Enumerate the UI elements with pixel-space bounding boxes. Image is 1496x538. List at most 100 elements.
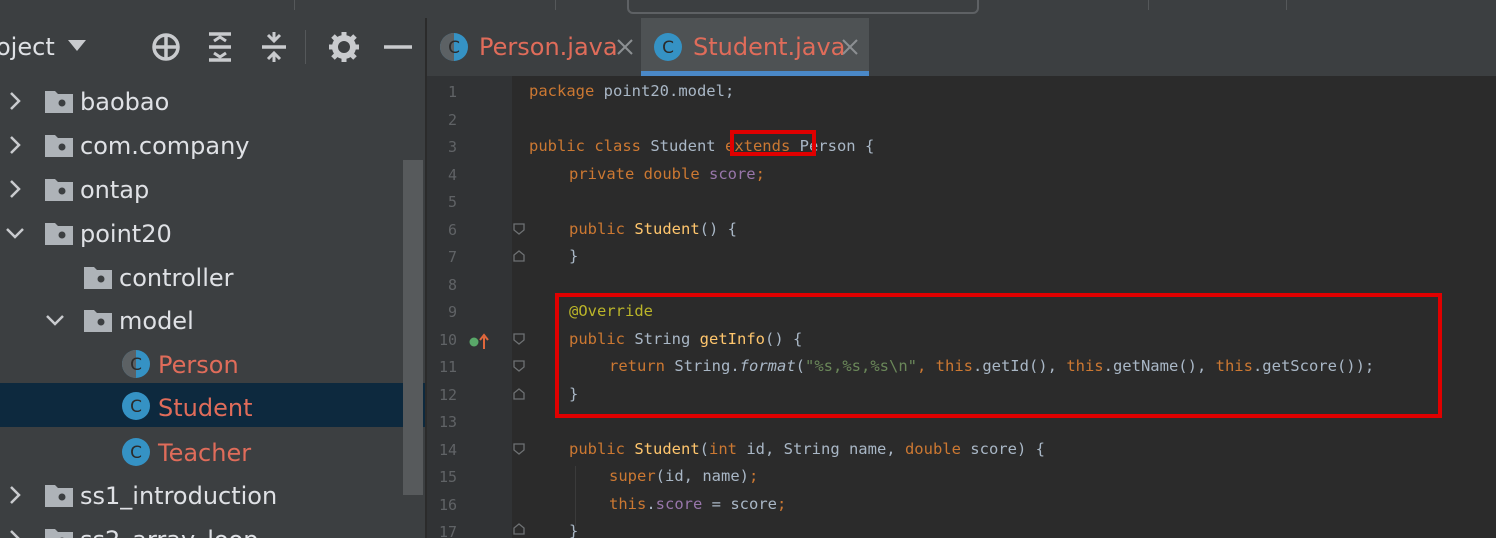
line-number: 14 [438,441,457,459]
project-view-title[interactable]: oject [0,33,55,61]
minimize-icon[interactable] [381,30,415,64]
code-line-1: package point20.model; [529,82,735,100]
tree-item-label: ontap [80,176,150,204]
chevron-right-icon[interactable] [4,484,26,506]
fold-marker-icon[interactable] [513,223,525,235]
svg-text:C: C [662,38,674,58]
code-line-3: public class Student extends Person { [529,137,875,155]
package-folder-icon [45,223,73,245]
tree-item-person[interactable]: C Person [0,343,425,387]
tree-item-label: ss2_array_loop [80,524,258,538]
tree-item-label: ss1_introduction [80,482,278,510]
close-icon[interactable] [841,38,859,56]
tree-item-label: controller [119,264,234,292]
svg-text:C: C [130,443,142,463]
tree-item-label: Teacher [158,439,252,467]
divider [294,0,295,10]
override-method-highlight-box [555,293,1442,418]
class-icon: C [654,33,682,61]
tree-item-student[interactable]: C Student [0,383,425,427]
fold-marker-icon[interactable] [513,388,525,400]
indent-guide [575,466,576,526]
tree-item-ss2-array-loop[interactable]: ss2_array_loop [0,518,425,538]
svg-text:C: C [448,38,460,58]
tab-student-java[interactable]: C Student.java [641,18,869,76]
tree-item-com-company[interactable]: com.company [0,124,425,168]
line-number: 10 [438,331,457,349]
tree-item-teacher[interactable]: C Teacher [0,431,425,475]
code-line-6: public Student() { [569,220,737,238]
fold-marker-icon[interactable] [513,443,525,455]
editor-tab-bar: C Person.java C Student.java [427,18,1496,76]
top-toolbar-strip [0,0,1496,19]
package-folder-icon [84,310,112,332]
code-line-4: private double score; [569,165,765,183]
package-folder-icon [45,91,73,113]
line-number: 1 [447,83,457,101]
divider [1148,0,1149,10]
fold-marker-icon[interactable] [513,250,525,262]
code-line-7: } [569,247,579,265]
chevron-right-icon[interactable] [4,134,26,156]
code-line-14: public Student(int id, String name, doub… [569,440,1045,458]
line-number: 17 [438,523,457,538]
tab-label: Person.java [479,33,618,61]
tree-item-baobao[interactable]: baobao [0,80,425,124]
fold-marker-icon[interactable] [513,360,525,372]
toolbar-divider [305,30,306,64]
tree-item-controller[interactable]: controller [0,256,425,300]
tree-item-label: model [119,307,194,335]
tree-item-ontap[interactable]: ontap [0,168,425,212]
project-scrollbar[interactable] [403,160,423,495]
fold-marker-icon[interactable] [513,333,525,345]
line-number: 16 [438,496,457,514]
tree-item-label: point20 [80,220,172,248]
code-line-16: this.score = score; [609,495,787,513]
line-number: 2 [447,111,457,129]
package-folder-icon [45,135,73,157]
divider [1286,0,1287,10]
line-number: 8 [447,276,457,294]
chevron-right-icon[interactable] [4,90,26,112]
abstract-class-icon: C [440,33,468,61]
class-icon: C [122,392,150,420]
chevron-down-icon[interactable] [44,309,66,331]
gear-icon[interactable] [327,30,361,64]
line-number: 12 [438,386,457,404]
chevron-down-icon[interactable] [68,40,86,51]
svg-text:C: C [130,355,142,375]
tree-item-label: Student [158,394,253,422]
package-folder-icon [84,267,112,289]
project-toolbar: oject [0,18,425,76]
line-number: 4 [447,166,457,184]
tree-item-point20[interactable]: point20 [0,212,425,256]
expand-all-icon[interactable] [203,30,237,64]
code-line-15: super(id, name); [609,467,759,485]
tree-item-label: Person [158,351,239,379]
chevron-right-icon[interactable] [4,528,26,538]
code-editor[interactable]: 1 2 3 4 5 6 7 8 9 10 11 12 13 14 15 16 1… [427,76,1496,538]
abstract-class-icon: C [122,350,150,378]
tab-person-java[interactable]: C Person.java [427,18,641,76]
chevron-right-icon[interactable] [4,178,26,200]
tree-item-ss1-introduction[interactable]: ss1_introduction [0,474,425,518]
tree-item-model[interactable]: model [0,299,425,343]
package-folder-icon [45,485,73,507]
package-folder-icon [45,179,73,201]
line-number: 5 [447,193,457,211]
line-number: 15 [438,468,457,486]
locate-icon[interactable] [149,30,183,64]
line-number: 6 [447,221,457,239]
divider [555,0,556,10]
navigation-bar-fragment[interactable] [627,0,979,14]
close-icon[interactable] [616,38,634,56]
line-number: 7 [447,248,457,266]
tree-item-label: baobao [80,88,170,116]
project-panel: oject baobao com.company ontap point20 c… [0,18,425,538]
chevron-down-icon[interactable] [4,222,26,244]
fold-marker-icon[interactable] [513,523,525,535]
class-icon: C [122,438,150,466]
overrides-method-icon[interactable] [469,333,491,351]
tree-item-label: com.company [80,132,250,160]
collapse-all-icon[interactable] [257,30,291,64]
